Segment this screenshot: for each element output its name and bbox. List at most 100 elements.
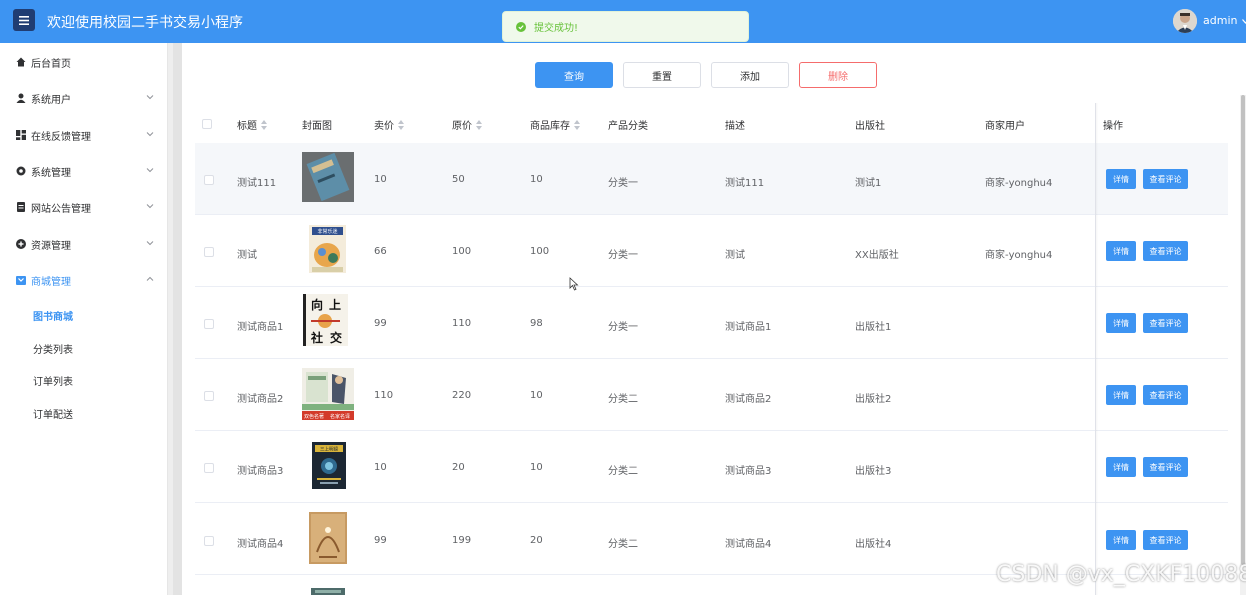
select-all-checkbox[interactable] xyxy=(202,119,212,129)
sidebar-item-home[interactable]: 后台首页 xyxy=(0,44,168,80)
cell-title: 测试111 xyxy=(237,178,277,189)
column-header-desc: 描述 xyxy=(725,117,745,132)
cell-publisher: XX出版社 xyxy=(855,250,899,261)
cell-price: 99 xyxy=(374,318,387,329)
sort-icon[interactable] xyxy=(398,119,404,130)
view-comments-button[interactable]: 查看评论 xyxy=(1143,530,1188,550)
detail-button[interactable]: 详情 xyxy=(1106,385,1136,405)
detail-button[interactable]: 详情 xyxy=(1106,169,1136,189)
cell-original-price: 199 xyxy=(452,535,472,546)
sidebar-item-label: 系统用户 xyxy=(31,94,71,106)
row-checkbox[interactable] xyxy=(204,247,214,257)
sort-icon[interactable] xyxy=(476,119,482,130)
cell-category: 分类一 xyxy=(608,250,638,261)
chevron-up-icon xyxy=(146,276,154,281)
sort-icon[interactable] xyxy=(574,119,580,130)
success-toast: 提交成功! xyxy=(502,11,749,42)
chevron-down-icon xyxy=(146,241,154,246)
column-header-title[interactable]: 标题 xyxy=(237,117,267,132)
query-button[interactable]: 查询 xyxy=(535,62,613,88)
book-cover-title: 非常乐迷 xyxy=(317,228,337,235)
sidebar-subitem-categories[interactable]: 分类列表 xyxy=(0,332,168,364)
column-header-label: 商家用户 xyxy=(985,121,1025,132)
column-header-label: 商品库存 xyxy=(530,121,570,132)
column-header-price[interactable]: 卖价 xyxy=(374,117,404,132)
column-header-category: 产品分类 xyxy=(608,117,648,132)
sidebar-item-label: 系统管理 xyxy=(31,167,71,179)
sidebar-item-users[interactable]: 系统用户 xyxy=(0,80,168,116)
table-row[interactable] xyxy=(195,215,1228,287)
column-header-merchant: 商家用户 xyxy=(985,117,1025,132)
book-cover-char: 向 xyxy=(311,297,323,312)
view-comments-button[interactable]: 查看评论 xyxy=(1143,385,1188,405)
sidebar-item-label: 后台首页 xyxy=(31,58,71,70)
cell-desc: 测试 xyxy=(725,250,745,261)
sidebar-item-label: 网站公告管理 xyxy=(31,203,91,215)
detail-button[interactable]: 详情 xyxy=(1106,530,1136,550)
cell-desc: 测试商品3 xyxy=(725,466,772,477)
cell-publisher: 出版社1 xyxy=(855,322,892,333)
cover-image[interactable] xyxy=(311,586,345,595)
view-comments-button[interactable]: 查看评论 xyxy=(1143,241,1188,261)
column-header-label: 描述 xyxy=(725,121,745,132)
cell-title: 测试商品3 xyxy=(237,466,284,477)
column-header-cover: 封面图 xyxy=(302,117,332,132)
detail-button[interactable]: 详情 xyxy=(1106,457,1136,477)
sidebar-item-label: 商城管理 xyxy=(31,276,71,288)
column-header-stock[interactable]: 商品库存 xyxy=(530,117,580,132)
avatar[interactable] xyxy=(1173,9,1197,33)
cell-original-price: 50 xyxy=(452,174,465,185)
chevron-down-icon xyxy=(146,204,154,209)
scrollbar-thumb[interactable] xyxy=(1241,95,1245,565)
sidebar-subitem-bookstore[interactable]: 图书商城 xyxy=(0,299,168,331)
sidebar-item-resources[interactable]: 资源管理 xyxy=(0,226,168,262)
cover-image[interactable]: 双色名著 名家名译 xyxy=(302,368,354,420)
column-header-label: 操作 xyxy=(1103,121,1123,132)
sidebar-subitem-orders[interactable]: 订单列表 xyxy=(0,364,168,396)
cell-stock: 10 xyxy=(530,174,543,185)
add-button[interactable]: 添加 xyxy=(711,62,789,88)
cover-image[interactable]: 向上社交 xyxy=(303,294,348,346)
row-checkbox[interactable] xyxy=(204,319,214,329)
menu-toggle-button[interactable] xyxy=(13,9,35,31)
cell-original-price: 110 xyxy=(452,318,472,329)
column-header-label: 出版社 xyxy=(855,121,885,132)
gear-icon xyxy=(16,166,26,176)
detail-button[interactable]: 详情 xyxy=(1106,313,1136,333)
view-comments-button[interactable]: 查看评论 xyxy=(1143,457,1188,477)
table-row[interactable] xyxy=(195,287,1228,359)
detail-button[interactable]: 详情 xyxy=(1106,241,1136,261)
cover-image[interactable] xyxy=(309,512,347,564)
cell-stock: 10 xyxy=(530,462,543,473)
sidebar-item-notices[interactable]: 网站公告管理 xyxy=(0,189,168,225)
cell-title: 测试 xyxy=(237,250,257,261)
row-checkbox[interactable] xyxy=(204,463,214,473)
sidebar-item-feedback[interactable]: 在线反馈管理 xyxy=(0,117,168,153)
sidebar-subitem-delivery[interactable]: 订单配送 xyxy=(0,397,168,429)
sort-icon[interactable] xyxy=(261,119,267,130)
view-comments-button[interactable]: 查看评论 xyxy=(1143,169,1188,189)
sidebar: 后台首页 系统用户 在线反馈管理 系统管理 网站公告管理 资源管理 商城管理 图… xyxy=(0,43,168,595)
cell-stock: 20 xyxy=(530,535,543,546)
cover-image[interactable] xyxy=(302,152,354,202)
row-checkbox[interactable] xyxy=(204,175,214,185)
cover-image[interactable]: 三上明镜 xyxy=(312,442,346,489)
row-checkbox[interactable] xyxy=(204,536,214,546)
plus-circle-icon xyxy=(16,239,26,249)
column-header-original[interactable]: 原价 xyxy=(452,117,482,132)
reset-button[interactable]: 重置 xyxy=(623,62,701,88)
cover-image[interactable]: 非常乐迷 xyxy=(309,225,346,273)
row-checkbox[interactable] xyxy=(204,391,214,401)
view-comments-button[interactable]: 查看评论 xyxy=(1143,313,1188,333)
sidebar-item-system[interactable]: 系统管理 xyxy=(0,153,168,189)
cell-title: 测试商品2 xyxy=(237,394,284,405)
cell-publisher: 出版社4 xyxy=(855,539,892,550)
sidebar-item-shop[interactable]: 商城管理 xyxy=(0,262,168,298)
user-menu[interactable]: admin xyxy=(1203,14,1246,27)
cell-price: 10 xyxy=(374,174,387,185)
cell-original-price: 20 xyxy=(452,462,465,473)
shop-icon xyxy=(16,276,26,285)
table-row[interactable] xyxy=(195,431,1228,503)
cell-price: 110 xyxy=(374,390,394,401)
delete-button[interactable]: 删除 xyxy=(799,62,877,88)
